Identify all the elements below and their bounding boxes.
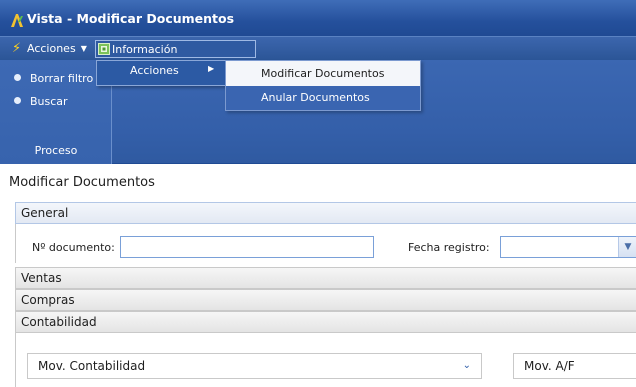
main-content: Modificar Documentos General Nº document… <box>0 165 636 387</box>
buscar-label: Buscar <box>30 95 68 108</box>
acciones-submenu: Modificar Documentos Anular Documentos <box>225 60 421 111</box>
app-icon <box>11 14 23 27</box>
bullet-icon <box>14 74 21 81</box>
section-general-header[interactable]: General <box>15 202 636 224</box>
mov-af-select[interactable]: Mov. A/F <box>513 353 636 379</box>
buscar-button[interactable]: Buscar <box>14 95 68 108</box>
page-title: Modificar Documentos <box>9 175 155 190</box>
section-compras-header[interactable]: Compras <box>15 289 636 311</box>
mov-contabilidad-select[interactable]: Mov. Contabilidad ⌄ <box>27 353 482 379</box>
menu-option-anular-documentos[interactable]: Anular Documentos <box>226 86 420 110</box>
chevron-down-icon[interactable]: ▼ <box>618 237 636 257</box>
bullet-icon <box>14 97 21 104</box>
title-bar: Vista - Modificar Documentos <box>0 0 636 36</box>
menu-option-modificar-documentos[interactable]: Modificar Documentos <box>226 62 420 86</box>
info-dropdown-menu: Acciones ▶ <box>96 60 226 86</box>
fecha-registro-input[interactable]: ▼ <box>500 236 636 258</box>
ndoc-label: Nº documento: <box>32 241 115 254</box>
section-contabilidad-header[interactable]: Contabilidad <box>15 311 636 333</box>
section-contabilidad-body: Mov. Contabilidad ⌄ Mov. A/F <box>15 333 636 387</box>
menu-acciones-label: Acciones <box>27 42 76 55</box>
menu-acciones[interactable]: ⚡ Acciones ▼ <box>12 40 87 58</box>
lightning-icon: ⚡ <box>12 41 22 56</box>
submenu-acciones[interactable]: Acciones <box>130 64 179 77</box>
menu-bar: ⚡ Acciones ▼ Información relacionada▼ <box>0 36 636 74</box>
borrar-filtro-button[interactable]: Borrar filtro <box>14 72 93 85</box>
arrow-right-icon: ▶ <box>208 64 215 73</box>
mov-af-label: Mov. A/F <box>524 359 575 373</box>
ribbon-group-label: Proceso <box>34 144 78 157</box>
mov-contabilidad-label: Mov. Contabilidad <box>38 359 146 373</box>
section-general-body: Nº documento: Fecha registro: ▼ <box>15 224 636 263</box>
section-ventas-header[interactable]: Ventas <box>15 267 636 289</box>
window-title: Vista - Modificar Documentos <box>27 11 235 26</box>
menu-informacion-relacionada[interactable]: Información relacionada▼ <box>95 40 256 74</box>
borrar-filtro-label: Borrar filtro <box>30 72 94 85</box>
fecha-registro-label: Fecha registro: <box>408 241 490 254</box>
ndoc-input[interactable] <box>120 236 374 258</box>
chevron-down-icon: ▼ <box>80 44 87 53</box>
info-icon <box>98 43 110 55</box>
chevron-down-icon: ⌄ <box>462 360 471 371</box>
